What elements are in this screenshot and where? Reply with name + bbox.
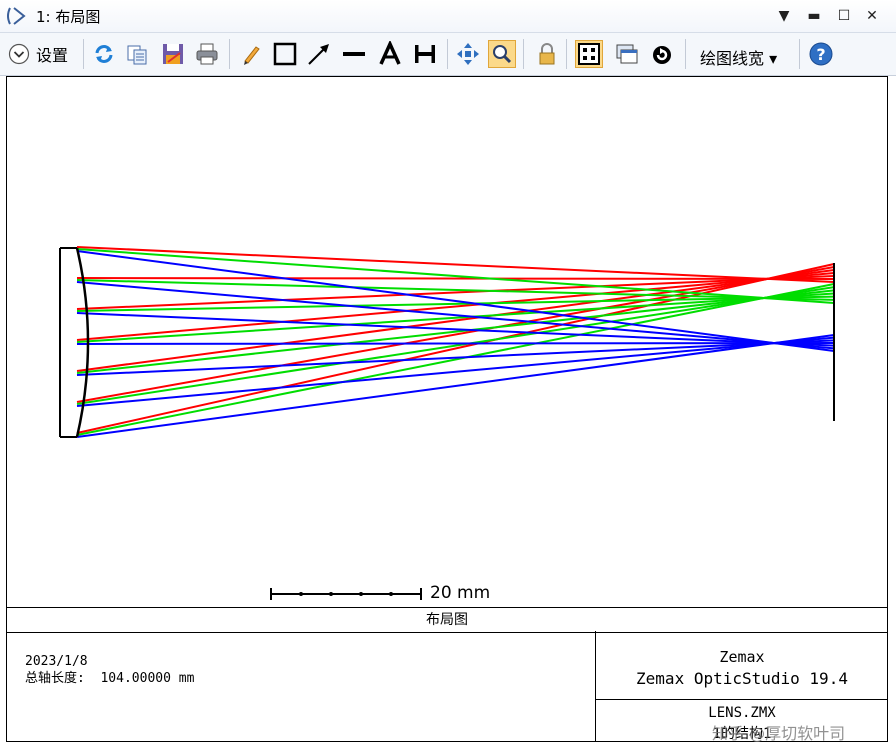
toolbar-separator — [229, 39, 230, 69]
pencil-icon — [244, 46, 260, 65]
lock-button[interactable] — [534, 41, 560, 67]
chevron-down-circle-icon — [8, 43, 30, 65]
close-button[interactable]: ✕ — [862, 6, 882, 26]
pencil-button[interactable] — [238, 41, 264, 67]
help-icon: ? — [809, 42, 833, 66]
arrow-button[interactable] — [306, 41, 332, 67]
layout-canvas: 20 mm 布局图 2023/1/8 总轴长度: 104.00000 mm Ze… — [6, 76, 888, 742]
ray-fans — [76, 246, 835, 438]
toolbar-separator — [566, 39, 567, 69]
axis-length-value: 104.00000 mm — [100, 671, 195, 686]
ray-line — [76, 289, 835, 374]
watermark: 知乎 @厚切软叶司 — [712, 724, 846, 743]
rotate-button[interactable] — [649, 41, 675, 67]
window-icon — [616, 44, 638, 64]
line-button[interactable] — [341, 41, 367, 67]
copy-button[interactable] — [125, 41, 151, 67]
rectangle-button[interactable] — [272, 41, 298, 67]
settings-label: 设置 — [36, 46, 69, 65]
refresh-button[interactable] — [91, 41, 117, 67]
help-button[interactable]: ? — [808, 41, 834, 67]
toolbar-separator — [799, 39, 800, 69]
plot-date: 2023/1/8 — [25, 654, 88, 669]
settings-button[interactable]: 设置 — [8, 42, 68, 66]
ray-line — [76, 342, 835, 345]
magnifier-icon — [493, 45, 512, 64]
scale-bar — [270, 588, 422, 600]
toolbar-separator — [83, 39, 84, 69]
rotate-icon — [653, 46, 671, 64]
plot-caption: 布局图 — [7, 607, 887, 633]
info-divider — [596, 699, 888, 700]
info-left-panel: 2023/1/8 总轴长度: 104.00000 mm — [25, 653, 194, 687]
window-button[interactable] — [614, 41, 640, 67]
plot-linewidth-dropdown[interactable]: 绘图线宽 ▾ — [700, 45, 777, 69]
ray-line — [76, 277, 835, 280]
window-title: 1: 布局图 — [36, 8, 101, 26]
toolbar-separator — [685, 39, 686, 69]
save-button[interactable] — [160, 41, 186, 67]
company-name: Zemax — [719, 648, 765, 666]
dimension-icon — [415, 45, 435, 63]
grid-frame-icon — [578, 43, 600, 65]
toolbar-separator — [447, 39, 448, 69]
ray-line — [76, 269, 835, 372]
zoom-button[interactable] — [488, 40, 516, 68]
scale-bar-label: 20 mm — [430, 583, 491, 603]
pan-button[interactable] — [455, 41, 481, 67]
dimension-button[interactable] — [412, 41, 438, 67]
printer-icon — [196, 43, 218, 65]
text-button[interactable] — [377, 41, 403, 67]
refresh-icon — [95, 45, 113, 63]
lock-icon — [539, 43, 555, 65]
arrow-icon — [308, 44, 329, 65]
axis-length-label: 总轴长度: — [25, 671, 85, 686]
grid-button[interactable] — [575, 40, 603, 68]
print-button[interactable] — [194, 41, 220, 67]
svg-text:?: ? — [816, 45, 825, 64]
line-icon — [343, 52, 365, 56]
axis-length-row: 总轴长度: 104.00000 mm — [25, 670, 194, 687]
product-name: Zemax OpticStudio 19.4 — [636, 669, 848, 688]
text-icon — [379, 41, 401, 65]
file-name: LENS.ZMX — [708, 705, 776, 721]
rectangle-icon — [273, 42, 297, 66]
title-bar: 1: 布局图 ▼ ▬ ☐ ✕ — [0, 0, 896, 33]
maximize-button[interactable]: ☐ — [834, 6, 854, 26]
copy-icon — [127, 45, 147, 65]
toolbar-separator — [523, 39, 524, 69]
lens-app-icon — [6, 6, 28, 26]
toolbar: 设置 绘图线宽 ▾ ? — [0, 33, 896, 76]
pan-arrows-icon — [457, 43, 479, 65]
dropdown-arrow-icon[interactable]: ▼ — [774, 6, 794, 26]
save-icon — [163, 44, 183, 64]
minimize-button[interactable]: ▬ — [804, 6, 824, 26]
